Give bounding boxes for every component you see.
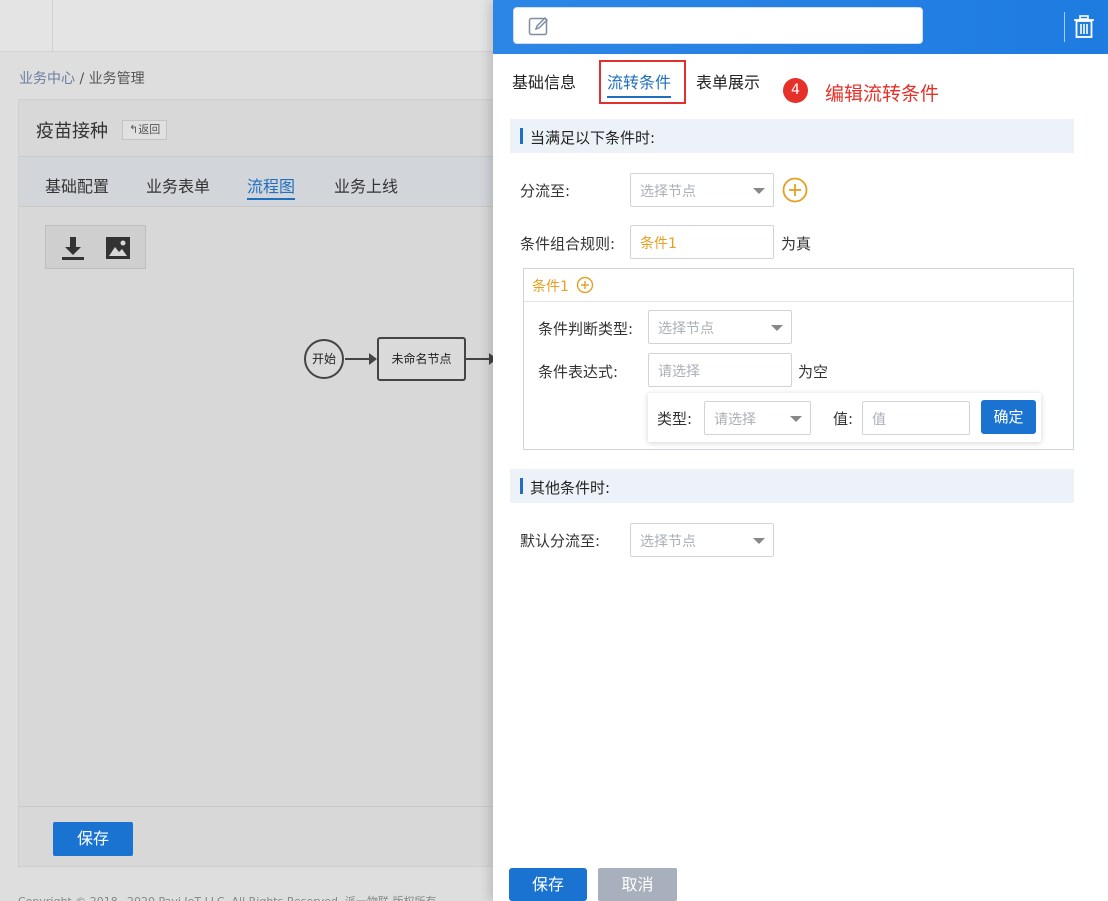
condition-title: 条件1 [532, 279, 569, 295]
chevron-down-icon [753, 188, 765, 194]
judge-type-placeholder: 选择节点 [658, 321, 714, 337]
tab-basic-info[interactable]: 基础信息 [512, 69, 576, 93]
chevron-down-icon [771, 325, 783, 331]
judge-type-select[interactable]: 选择节点 [648, 310, 792, 344]
background-save-button[interactable]: 保存 [53, 822, 133, 856]
expression-label: 条件表达式: [538, 363, 619, 381]
business-card: 疫苗接种 ↰返回 基础配置 业务表单 流程图 业务上线 开始 未命名节点 保存 [18, 99, 498, 867]
flow-start-node[interactable]: 开始 [304, 339, 344, 379]
breadcrumb-current: 业务管理 [88, 71, 145, 87]
popover-type-label: 类型: [657, 410, 693, 428]
breadcrumb-separator: / [79, 71, 85, 87]
trash-icon[interactable] [1073, 15, 1095, 39]
section-marker [520, 478, 523, 494]
step-annotation: 编辑流转条件 [825, 83, 940, 105]
add-condition-icon[interactable] [576, 276, 594, 294]
tab-basic-info-label: 基础信息 [512, 73, 577, 92]
popover-type-select[interactable]: 请选择 [704, 401, 811, 435]
copyright: Copyright © 2018~2020 Pavi IoT LLC. All … [18, 893, 437, 901]
combine-rule-label: 条件组合规则: [520, 235, 616, 253]
popover-value-input[interactable]: 值 [862, 401, 970, 435]
breadcrumb-root[interactable]: 业务中心 [19, 71, 75, 87]
popover-type-placeholder: 请选择 [714, 412, 756, 428]
branch-to-select[interactable]: 选择节点 [630, 173, 774, 207]
section-title: 当满足以下条件时: [530, 129, 656, 147]
combine-rule-input[interactable]: 条件1 [630, 225, 774, 259]
tab-form-display[interactable]: 表单展示 [696, 69, 760, 93]
breadcrumb: 业务中心 / 业务管理 [19, 68, 145, 88]
header-divider [1064, 12, 1065, 42]
tab-basic-config[interactable]: 基础配置 [45, 173, 109, 197]
expression-input[interactable]: 请选择 [648, 353, 792, 387]
tab-business-online[interactable]: 业务上线 [334, 173, 398, 197]
flow-task-node[interactable]: 未命名节点 [377, 337, 466, 381]
tab-form-display-label: 表单展示 [696, 73, 761, 92]
page-title: 疫苗接种 [36, 121, 108, 142]
step-badge: 4 [783, 78, 808, 103]
add-branch-icon[interactable] [782, 177, 808, 203]
section-when-conditions: 当满足以下条件时: [510, 119, 1074, 153]
flow-toolbar [45, 225, 146, 269]
expression-popover: 类型: 请选择 值: 值 确定 [648, 393, 1041, 442]
drawer-tabs: 基础信息 流转条件 表单展示 4 编辑流转条件 [493, 54, 1108, 114]
drawer-cancel-button[interactable]: 取消 [598, 868, 677, 901]
combine-rule-value: 条件1 [640, 236, 677, 252]
popover-confirm-button[interactable]: 确定 [981, 400, 1036, 434]
card-header: 疫苗接种 ↰返回 [19, 100, 497, 157]
flow-arrow [369, 353, 377, 365]
tab-business-form[interactable]: 业务表单 [146, 173, 210, 197]
chevron-down-icon [753, 538, 765, 544]
condition-panel-header: 条件1 [524, 269, 1073, 302]
drawer-save-button[interactable]: 保存 [509, 868, 587, 901]
card-footer: 保存 [19, 806, 497, 868]
back-label: 返回 [138, 123, 161, 136]
branch-to-label: 分流至: [520, 182, 571, 200]
default-branch-select[interactable]: 选择节点 [630, 523, 774, 557]
tab-flowchart[interactable]: 流程图 [247, 173, 296, 200]
default-branch-placeholder: 选择节点 [640, 534, 696, 550]
top-bar-divider [52, 0, 53, 52]
popover-value-placeholder: 值 [872, 412, 886, 428]
image-icon[interactable] [104, 234, 132, 262]
condition-drawer: 基础信息 流转条件 表单展示 4 编辑流转条件 当满足以下条件时: 分流至: 选… [493, 0, 1108, 901]
tab-flow-conditions[interactable]: 流转条件 [607, 69, 672, 98]
expression-suffix: 为空 [798, 363, 829, 381]
back-arrow-icon: ↰ [129, 123, 139, 136]
active-tab-underline [607, 96, 672, 98]
tab-flow-conditions-label: 流转条件 [607, 73, 672, 92]
expression-placeholder: 请选择 [658, 364, 700, 380]
branch-to-placeholder: 选择节点 [640, 184, 696, 200]
edit-icon [528, 16, 549, 36]
default-branch-label: 默认分流至: [520, 532, 601, 550]
section-marker [520, 128, 523, 144]
download-icon[interactable] [59, 234, 87, 262]
business-tabs: 基础配置 业务表单 流程图 业务上线 [19, 157, 497, 207]
section-other-conditions: 其他条件时: [510, 469, 1074, 503]
drawer-header [493, 0, 1108, 54]
judge-type-label: 条件判断类型: [538, 320, 634, 338]
popover-value-label: 值: [833, 410, 854, 428]
combine-rule-suffix: 为真 [781, 235, 812, 253]
section-title: 其他条件时: [530, 479, 611, 497]
node-title-input[interactable] [513, 7, 923, 44]
chevron-down-icon [790, 416, 802, 422]
back-button[interactable]: ↰返回 [122, 120, 168, 140]
